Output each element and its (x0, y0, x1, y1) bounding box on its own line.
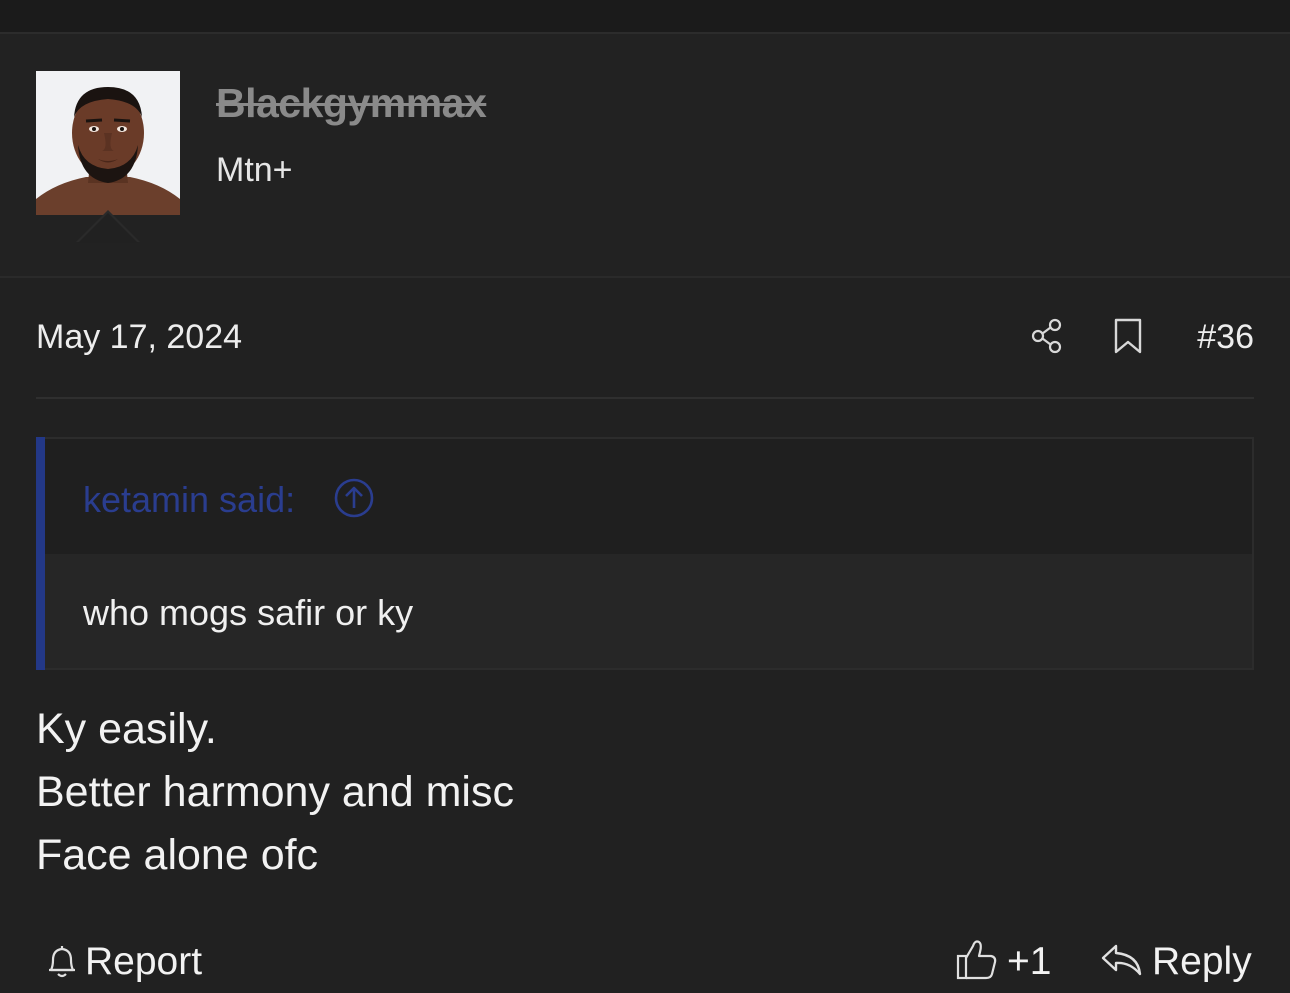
post-number[interactable]: #36 (1197, 318, 1254, 357)
post-actions: Report +1 Reply (0, 930, 1290, 990)
quote-block: ketamin said: who mogs safir or ky (36, 437, 1254, 670)
quote-text: who mogs safir or ky (83, 592, 414, 633)
reply-button[interactable]: Reply (1100, 934, 1260, 986)
user-title: Mtn+ (216, 151, 293, 189)
quote-author[interactable]: ketamin said: (83, 479, 295, 521)
quote-header: ketamin said: (45, 439, 1252, 554)
share-icon[interactable] (1028, 316, 1068, 356)
post-pointer-inner (78, 213, 138, 243)
quote-accent-bar (36, 437, 45, 670)
post-meta: May 17, 2024 #36 (36, 310, 1254, 366)
like-button[interactable]: +1 (955, 934, 1055, 986)
avatar[interactable] (36, 71, 180, 215)
post-body: Ky easily. Better harmony and misc Face … (36, 698, 1254, 887)
post-line: Ky easily. (36, 705, 217, 753)
forum-post-page: Blackgymmax Mtn+ May 17, 2024 #36 ketami… (0, 0, 1290, 993)
like-count: +1 (1007, 940, 1052, 983)
quote-body: who mogs safir or ky (45, 554, 1252, 668)
divider (36, 397, 1254, 399)
thumbs-up-icon (956, 940, 997, 980)
bookmark-icon[interactable] (1108, 316, 1148, 356)
username[interactable]: Blackgymmax (216, 80, 487, 127)
post-line: Face alone ofc (36, 831, 319, 879)
bell-icon (49, 946, 75, 978)
avatar-image (36, 71, 180, 215)
arrow-up-circle-icon[interactable] (333, 477, 375, 519)
reply-arrow-icon (1101, 944, 1142, 976)
user-header: Blackgymmax Mtn+ (0, 34, 1290, 278)
top-strip (0, 0, 1290, 34)
post-line: Better harmony and misc (36, 768, 514, 816)
report-label: Report (85, 940, 203, 983)
reply-label: Reply (1152, 940, 1252, 983)
post-date[interactable]: May 17, 2024 (36, 318, 242, 357)
